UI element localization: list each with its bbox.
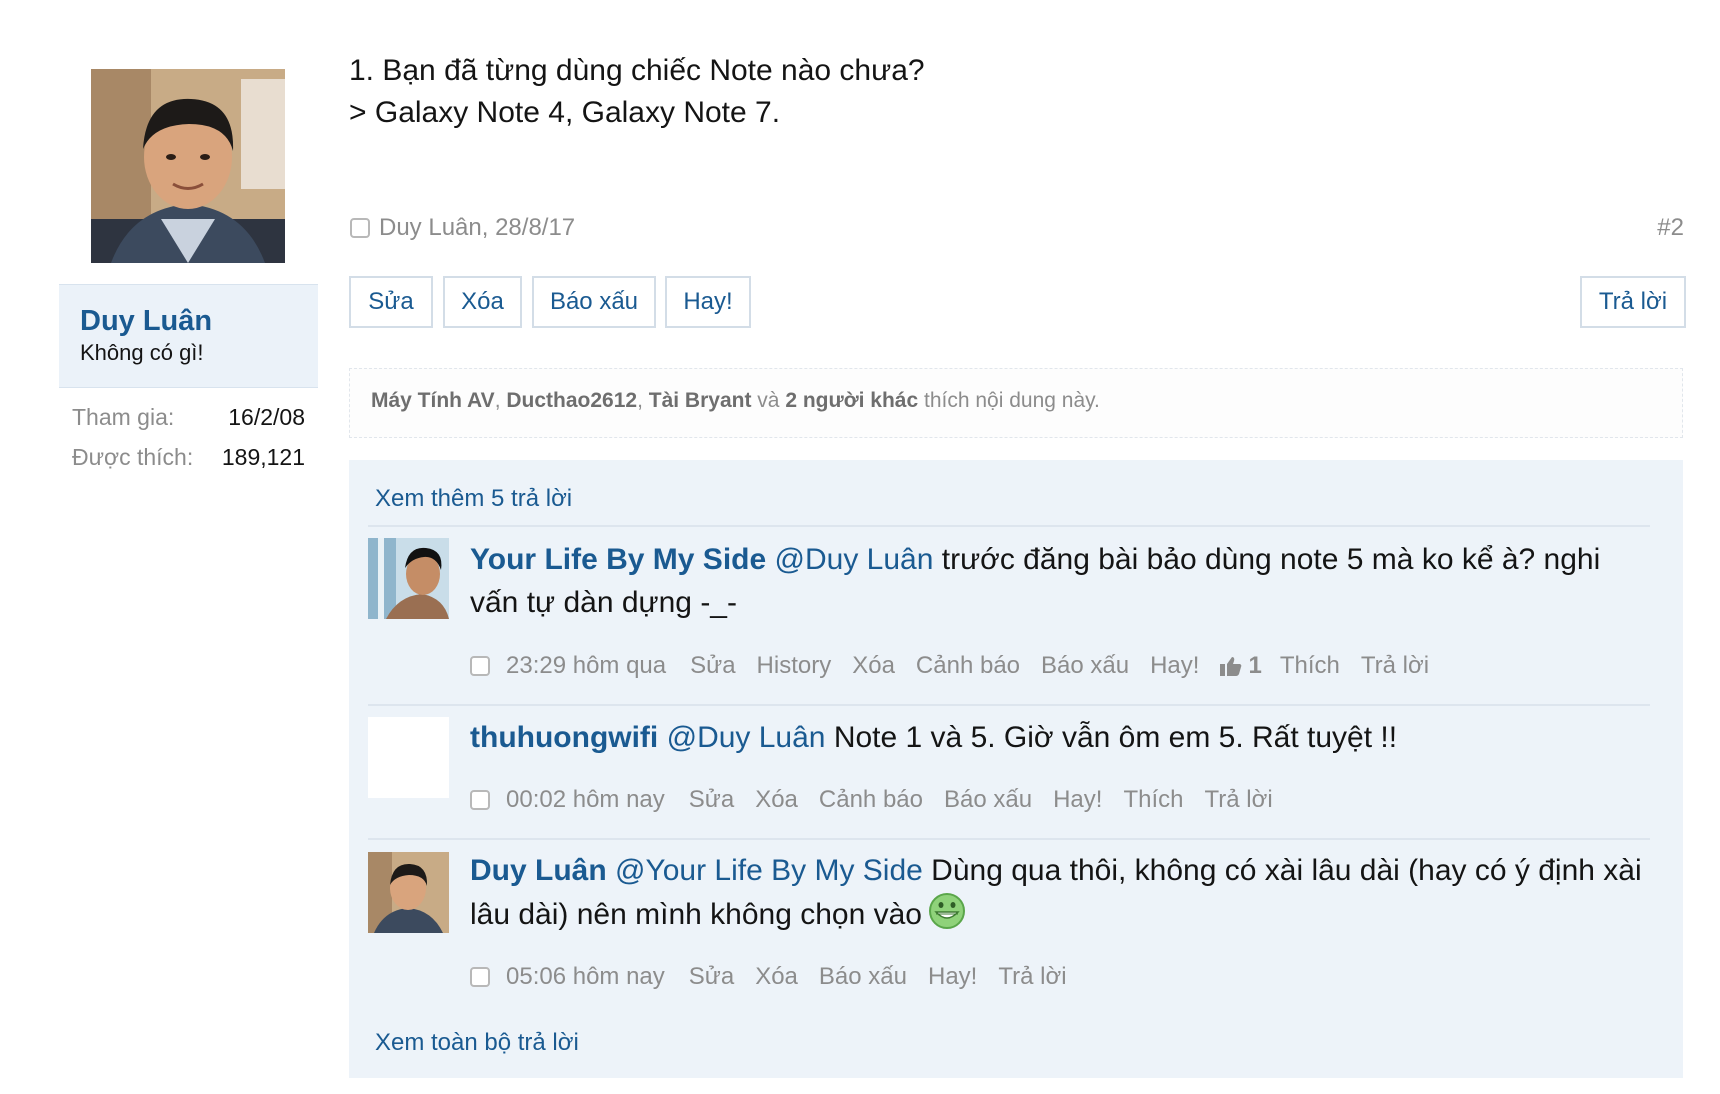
- delete-button[interactable]: Xóa: [443, 276, 522, 328]
- stat-likes-label: Được thích:: [72, 444, 194, 470]
- comment-like-link[interactable]: Thích: [1123, 786, 1183, 814]
- comment-report-link[interactable]: Báo xấu: [1041, 652, 1129, 680]
- show-all-replies-link[interactable]: Xem toàn bộ trả lời: [375, 1029, 579, 1057]
- comment-reply-link[interactable]: Trả lời: [1361, 652, 1429, 680]
- comment-edit-link[interactable]: Sửa: [689, 786, 734, 814]
- likes-others-link[interactable]: 2 người khác: [785, 389, 918, 412]
- comment-body: Duy Luân @Your Life By My Side Dùng qua …: [470, 849, 1650, 936]
- comment-time[interactable]: 00:02 hôm nay: [506, 786, 665, 814]
- post-author-date[interactable]: Duy Luân, 28/8/17: [379, 214, 575, 242]
- comment-select-checkbox[interactable]: [470, 656, 490, 676]
- reply-button[interactable]: Trả lời: [1580, 276, 1686, 328]
- like-count-value: 1: [1248, 652, 1262, 679]
- stat-likes-value: 189,121: [221, 444, 305, 470]
- comment-divider: [368, 838, 1650, 840]
- comment-like-link[interactable]: Hay!: [1053, 786, 1102, 814]
- comment-meta: 05:06 hôm nay Sửa Xóa Báo xấu Hay! Trả l…: [470, 963, 1088, 991]
- comment-like-count[interactable]: 1: [1220, 652, 1262, 680]
- comment-reply-link[interactable]: Trả lời: [1204, 786, 1272, 814]
- comment-edit-link[interactable]: Sửa: [690, 652, 735, 680]
- comment-delete-link[interactable]: Xóa: [755, 786, 798, 814]
- comment-mention-link[interactable]: @Duy Luân: [775, 543, 934, 576]
- comment-meta: 23:29 hôm qua Sửa History Xóa Cảnh báo B…: [470, 652, 1450, 680]
- post-text-line: > Galaxy Note 4, Galaxy Note 7.: [349, 96, 781, 129]
- comment-like-link[interactable]: Hay!: [928, 963, 977, 991]
- comment-mention-link[interactable]: @Duy Luân: [667, 721, 826, 754]
- post-text-line: 1. Bạn đã từng dùng chiếc Note nào chưa?: [349, 54, 925, 87]
- likes-separator: ,: [494, 389, 507, 412]
- comment-select-checkbox[interactable]: [470, 790, 490, 810]
- stat-joined-value: 16/2/08: [228, 404, 305, 430]
- comment-delete-link[interactable]: Xóa: [755, 963, 798, 991]
- grin-emoji-icon: [928, 892, 966, 930]
- edit-button[interactable]: Sửa: [349, 276, 433, 328]
- comment-divider: [368, 704, 1650, 706]
- likes-summary: Máy Tính AV, Ducthao2612, Tài Bryant và …: [371, 389, 1100, 413]
- user-name-link[interactable]: Duy Luân: [80, 305, 212, 338]
- comment-select-checkbox[interactable]: [470, 967, 490, 987]
- comment-body: thuhuongwifi @Duy Luân Note 1 và 5. Giờ …: [470, 716, 1650, 759]
- comment-delete-link[interactable]: Xóa: [852, 652, 895, 680]
- comment-edit-link[interactable]: Sửa: [689, 963, 734, 991]
- comment-avatar[interactable]: [368, 538, 449, 619]
- comment-avatar[interactable]: [368, 852, 449, 933]
- likes-and: và: [751, 389, 786, 412]
- comment-report-link[interactable]: Báo xấu: [944, 786, 1032, 814]
- liker-link[interactable]: Máy Tính AV: [371, 389, 495, 412]
- comment-text: Note 1 và 5. Giờ vẫn ôm em 5. Rất tuyệt …: [825, 721, 1398, 754]
- comment-avatar[interactable]: [368, 717, 449, 798]
- comment-history-link[interactable]: History: [757, 652, 832, 680]
- comment-mention-link[interactable]: @Your Life By My Side: [615, 854, 923, 887]
- comment-warn-link[interactable]: Cảnh báo: [819, 786, 923, 814]
- report-button[interactable]: Báo xấu: [532, 276, 656, 328]
- comment-like-link[interactable]: Thích: [1280, 652, 1340, 680]
- show-more-replies-link[interactable]: Xem thêm 5 trả lời: [375, 485, 572, 513]
- comment-time[interactable]: 23:29 hôm qua: [506, 652, 666, 680]
- comment-body: Your Life By My Side @Duy Luân trước đăn…: [470, 538, 1650, 624]
- comment-time[interactable]: 05:06 hôm nay: [506, 963, 665, 991]
- user-avatar[interactable]: [91, 69, 285, 263]
- comment-author-link[interactable]: thuhuongwifi: [470, 721, 658, 754]
- comment-author-link[interactable]: Your Life By My Side: [470, 543, 766, 576]
- liker-link[interactable]: Ducthao2612: [506, 389, 637, 412]
- comment-divider: [368, 525, 1650, 527]
- stat-joined-label: Tham gia:: [72, 404, 175, 430]
- post-select-checkbox[interactable]: [350, 218, 370, 238]
- post-number-link[interactable]: #2: [1657, 214, 1684, 242]
- comment-author-link[interactable]: Duy Luân: [470, 854, 607, 887]
- likes-suffix: thích nội dung này.: [918, 389, 1100, 412]
- comment-report-link[interactable]: Báo xấu: [819, 963, 907, 991]
- user-title: Không có gì!: [80, 340, 204, 365]
- likes-separator: ,: [637, 389, 649, 412]
- comment-reply-link[interactable]: Trả lời: [998, 963, 1066, 991]
- comment-meta: 00:02 hôm nay Sửa Xóa Cảnh báo Báo xấu H…: [470, 786, 1294, 814]
- thumbs-up-icon: [1220, 657, 1242, 676]
- comment-warn-link[interactable]: Cảnh báo: [916, 652, 1020, 680]
- like-button[interactable]: Hay!: [665, 276, 751, 328]
- liker-link[interactable]: Tài Bryant: [649, 389, 752, 412]
- comment-like-link[interactable]: Hay!: [1150, 652, 1199, 680]
